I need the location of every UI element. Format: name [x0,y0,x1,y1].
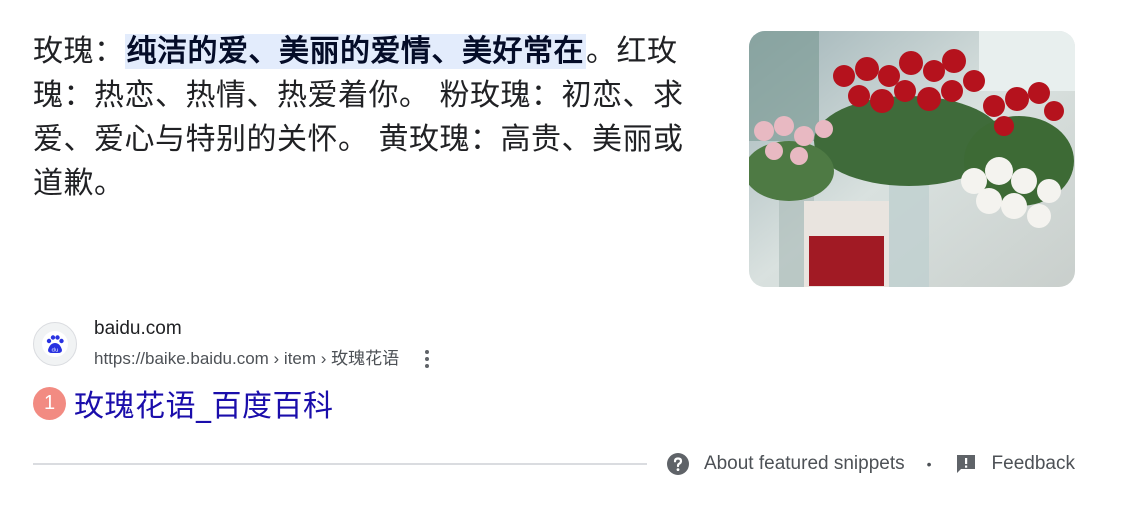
roses-thumbnail-image[interactable] [749,31,1075,287]
feedback-label: Feedback [991,453,1075,474]
about-featured-snippets-link[interactable]: About featured snippets [666,452,905,476]
result-source[interactable]: du baidu.com https://baike.baidu.com › i… [33,318,437,370]
divider [33,463,647,465]
snippet-highlight: 纯洁的爱、美丽的爱情、美好常在 [124,34,586,69]
snippet-footer: About featured snippets • Feedback [666,450,1075,478]
baidu-favicon: du [33,322,77,366]
result-title-link[interactable]: 玫瑰花语_百度百科 [74,381,334,425]
favicon-label: du [52,348,59,354]
baidu-paw-icon: du [42,331,68,357]
site-url[interactable]: https://baike.baidu.com › item › 玫瑰花语 [94,347,399,371]
help-circle-icon [666,453,689,475]
site-name[interactable]: baidu.com [94,317,437,341]
snippet-highlight-end: 。 [586,34,617,69]
rank-badge: 1 [33,386,66,420]
roses-photo-illustration [749,31,1075,287]
snippet-prefix: 玫瑰： [33,34,125,69]
result-link[interactable]: 1 玫瑰花语_百度百科 [33,381,334,425]
more-vert-icon[interactable] [417,347,437,371]
feedback-icon [956,455,975,473]
source-meta: baidu.com https://baike.baidu.com › item… [94,317,437,371]
featured-snippet-text: 玫瑰：纯洁的爱、美丽的爱情、美好常在。红玫瑰：热恋、热情、热爱着你。 粉玫瑰：初… [33,30,705,206]
about-label: About featured snippets [703,453,905,474]
footer-separator: • [926,456,932,472]
feedback-link[interactable]: Feedback [954,452,1075,476]
site-url-row: https://baike.baidu.com › item › 玫瑰花语 [94,347,437,371]
